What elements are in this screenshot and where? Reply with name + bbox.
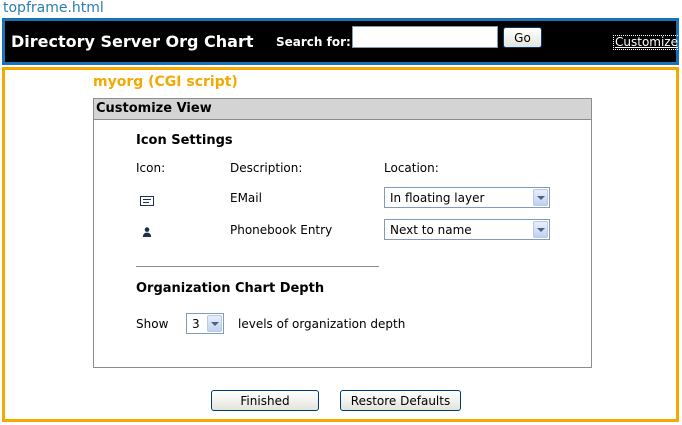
customize-view-panel: Customize View Icon Settings Icon: Descr… xyxy=(93,98,592,368)
mainframe-label: myorg (CGI script) xyxy=(93,74,238,90)
email-location-select[interactable]: In floating layer xyxy=(384,187,550,208)
depth-show-label: Show xyxy=(136,317,169,331)
panel-title: Customize View xyxy=(94,99,591,120)
org-chart-depth-title: Organization Chart Depth xyxy=(136,281,325,296)
restore-defaults-button[interactable]: Restore Defaults xyxy=(340,390,461,411)
topframe-label: topframe.html xyxy=(3,0,104,16)
depth-value: 3 xyxy=(192,317,200,331)
customize-link[interactable]: Customize xyxy=(613,35,680,50)
email-icon xyxy=(140,191,154,210)
phonebook-description: Phonebook Entry xyxy=(230,223,333,237)
chevron-down-icon[interactable] xyxy=(533,221,548,238)
column-header-icon: Icon: xyxy=(136,161,166,175)
column-header-description: Description: xyxy=(230,161,303,175)
app-title: Directory Server Org Chart xyxy=(11,32,254,51)
chevron-down-icon[interactable] xyxy=(207,315,222,332)
finished-button[interactable]: Finished xyxy=(211,390,319,411)
phonebook-location-select[interactable]: Next to name xyxy=(384,219,550,240)
email-description: EMail xyxy=(230,191,262,205)
column-header-location: Location: xyxy=(384,161,439,175)
section-divider xyxy=(136,266,379,267)
phonebook-location-value: Next to name xyxy=(390,223,472,237)
depth-suffix-label: levels of organization depth xyxy=(238,317,406,331)
icon-settings-title: Icon Settings xyxy=(136,133,233,148)
depth-select[interactable]: 3 xyxy=(186,313,224,334)
main-frame: myorg (CGI script) Customize View Icon S… xyxy=(2,67,679,422)
email-location-value: In floating layer xyxy=(390,191,485,205)
search-input[interactable] xyxy=(352,26,498,48)
go-button[interactable]: Go xyxy=(503,27,542,48)
search-label: Search for: xyxy=(276,35,351,49)
chevron-down-icon[interactable] xyxy=(533,189,548,206)
top-frame: Directory Server Org Chart Search for: G… xyxy=(2,18,680,65)
phonebook-icon xyxy=(142,222,152,241)
